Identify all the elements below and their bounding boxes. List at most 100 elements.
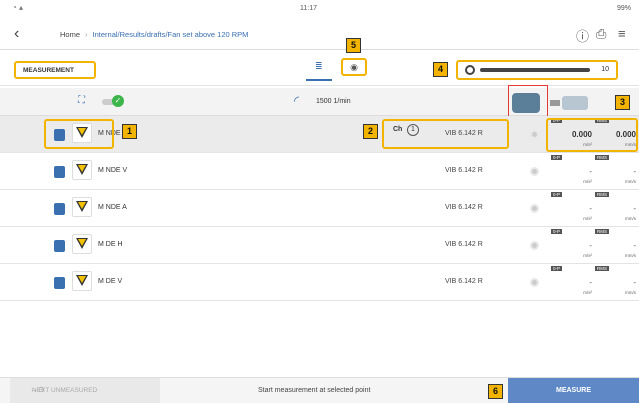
book-icon[interactable]: [54, 203, 65, 215]
sensor-icon: ⛶: [78, 95, 85, 106]
motor-icon: [512, 93, 540, 113]
status-bar: ◔ ▴ 11:17 99%: [0, 0, 639, 16]
battery-level: 99%: [616, 5, 631, 12]
peak-unit: m/s²: [583, 290, 592, 295]
fan-icon: [562, 96, 588, 110]
vibration-point-icon: [72, 271, 92, 291]
breadcrumb-separator-icon: ›: [85, 30, 88, 39]
point-info-highlight: [44, 119, 114, 149]
rms-unit: mm/s: [625, 216, 636, 221]
peak-cell: 0-P - m/s²: [550, 192, 594, 223]
rms-value: -: [633, 241, 636, 250]
vibration-point-icon: [72, 197, 92, 217]
peak-value: -: [589, 278, 592, 287]
rms-value: -: [633, 278, 636, 287]
status-indicator: [530, 167, 539, 176]
rms-cell: RMS - mm/s: [594, 266, 638, 297]
nav-bar: ‹ Home › Internal/Results/drafts/Fan set a…: [0, 20, 639, 50]
rms-tag: RMS: [595, 192, 609, 197]
point-name: M NDE V: [98, 167, 128, 174]
rms-tag: RMS: [595, 155, 609, 160]
result-highlight: [546, 118, 638, 152]
point-name: M DE H: [98, 241, 123, 248]
channel-highlight: [382, 119, 509, 149]
point-name: M NDE A: [98, 204, 127, 211]
measure-button[interactable]: MEASURE: [508, 378, 639, 403]
rms-unit: mm/s: [625, 179, 636, 184]
vibration-point-icon: [72, 160, 92, 180]
rms-tag: RMS: [595, 266, 609, 271]
slider-track[interactable]: [480, 68, 590, 72]
slider-knob[interactable]: [465, 65, 475, 75]
rms-value: -: [633, 204, 636, 213]
sensor-name: VIB 6.142 R: [445, 204, 483, 211]
peak-tag: 0-P: [551, 155, 563, 160]
slider-value: 10: [601, 66, 609, 73]
wifi-icon: ◔ ▴: [12, 3, 24, 12]
status-indicator: [530, 241, 539, 250]
coupling-icon: [550, 100, 560, 106]
back-icon[interactable]: ‹: [14, 25, 19, 43]
breadcrumb-home[interactable]: Home: [60, 30, 80, 39]
peak-tag: 0-P: [551, 192, 563, 197]
app-window: ◔ ▴ 11:17 99% ‹ Home › Internal/Results/dr…: [0, 0, 639, 403]
device-icon[interactable]: ⎙: [596, 26, 606, 42]
point-name: M DE V: [98, 278, 123, 285]
peak-value: -: [589, 204, 592, 213]
status-indicator: [530, 130, 539, 139]
active-tab-indicator: [306, 79, 332, 81]
book-icon[interactable]: [54, 166, 65, 178]
sensor-name: VIB 6.142 R: [445, 278, 483, 285]
speed-icon: ◜: [294, 93, 300, 108]
eye-view-icon[interactable]: ◉: [341, 58, 367, 76]
measurement-point-row[interactable]: M DE H VIB 6.142 R 0-P - m/s² RMS - mm/s: [0, 227, 639, 264]
breadcrumb-path[interactable]: Internal/Results/drafts/Fan set above 12…: [93, 30, 249, 39]
bottom-bar: NEXT UNMEASURED Start measurement at sel…: [0, 377, 639, 403]
machine-speed: 1500 1/min: [316, 98, 351, 105]
book-icon[interactable]: [54, 277, 65, 289]
measurement-point-row[interactable]: M DE V VIB 6.142 R 0-P - m/s² RMS - mm/s: [0, 264, 639, 301]
breadcrumb: Home › Internal/Results/drafts/Fan set abo…: [60, 30, 248, 39]
clock: 11:17: [300, 5, 317, 12]
channel-label: Ch: [393, 126, 403, 133]
instruction-text: Start measurement at selected point: [258, 387, 371, 394]
callout-1: 1: [122, 124, 137, 139]
peak-value: -: [589, 241, 592, 250]
book-icon[interactable]: [54, 240, 65, 252]
rms-unit: mm/s: [625, 290, 636, 295]
vibration-point-icon: [72, 234, 92, 254]
sensor-name: VIB 6.142 R: [445, 241, 483, 248]
peak-cell: 0-P - m/s²: [550, 155, 594, 186]
callout-5: 5: [346, 38, 361, 53]
rms-value: -: [633, 167, 636, 176]
rms-cell: RMS - mm/s: [594, 155, 638, 186]
measurement-point-row[interactable]: M NDE A VIB 6.142 R 0-P - m/s² RMS - mm/…: [0, 190, 639, 227]
status-indicator: [530, 278, 539, 287]
callout-6: 6: [488, 384, 503, 399]
peak-cell: 0-P - m/s²: [550, 229, 594, 260]
display-slider[interactable]: 10: [456, 60, 618, 80]
rms-tag: RMS: [595, 229, 609, 234]
callout-3: 3: [615, 95, 630, 110]
measurement-point-row[interactable]: M NDE V VIB 6.142 R 0-P - m/s² RMS - mm/…: [0, 153, 639, 190]
tab-measurement[interactable]: MEASUREMENT: [14, 61, 96, 79]
peak-cell: 0-P - m/s²: [550, 266, 594, 297]
help-icon[interactable]: ⓘ: [576, 26, 589, 45]
peak-tag: 0-P: [551, 229, 563, 234]
menu-icon[interactable]: ≡: [618, 26, 626, 41]
measure-label: MEASURE: [555, 387, 591, 394]
peak-value: -: [589, 167, 592, 176]
rms-unit: mm/s: [625, 253, 636, 258]
callout-4: 4: [433, 62, 448, 77]
peak-unit: m/s²: [583, 216, 592, 221]
channel-number: 1: [407, 124, 419, 136]
connected-check-icon: ✓: [112, 95, 124, 107]
rms-cell: RMS - mm/s: [594, 192, 638, 223]
next-arrow-icon: →⊙: [30, 385, 45, 394]
rms-cell: RMS - mm/s: [594, 229, 638, 260]
callout-2: 2: [363, 124, 378, 139]
peak-tag: 0-P: [551, 266, 563, 271]
list-view-icon[interactable]: ≣: [315, 61, 323, 72]
sensor-name: VIB 6.142 R: [445, 167, 483, 174]
status-indicator: [530, 204, 539, 213]
